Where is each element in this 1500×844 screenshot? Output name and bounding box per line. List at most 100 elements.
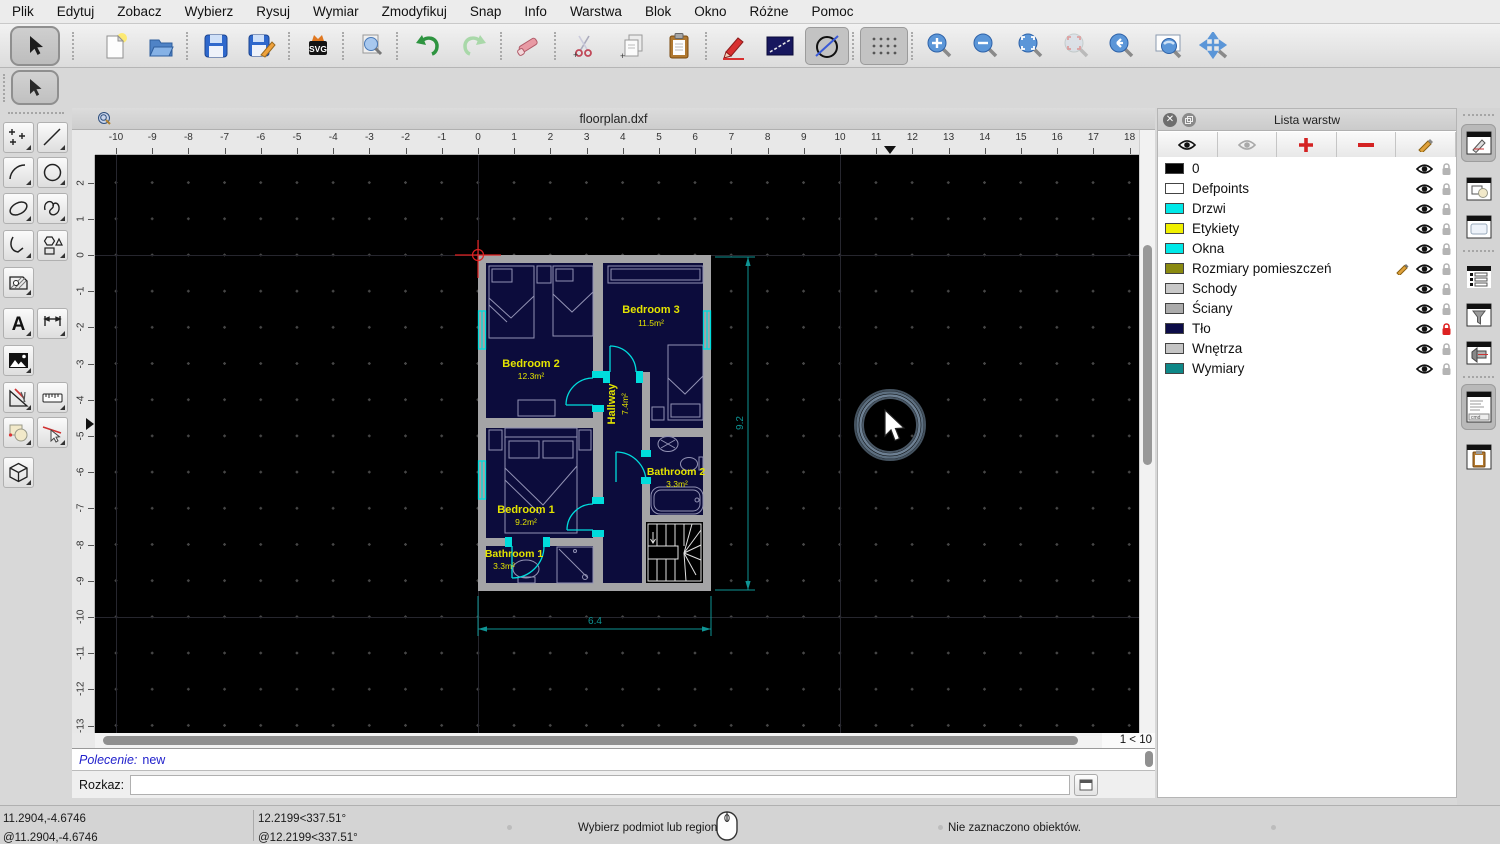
- image-tool[interactable]: [3, 345, 34, 376]
- layer-row-ściany[interactable]: Ściany: [1158, 299, 1456, 319]
- new-file-button[interactable]: [93, 27, 137, 65]
- horizontal-scrollbar[interactable]: [95, 733, 1102, 748]
- layer-visibility-eye-icon[interactable]: [1415, 323, 1434, 338]
- layer-visibility-eye-icon[interactable]: [1415, 223, 1434, 238]
- export-svg-button[interactable]: SVG: [296, 27, 340, 65]
- measure-tool[interactable]: [3, 382, 34, 413]
- menu-item-wybierz[interactable]: Wybierz: [185, 4, 234, 19]
- layer-color-swatch[interactable]: [1165, 263, 1184, 274]
- menu-item-blok[interactable]: Blok: [645, 4, 671, 19]
- edit-layer-button[interactable]: [1396, 132, 1456, 157]
- remove-layer-button[interactable]: [1336, 132, 1397, 157]
- layer-lock-icon[interactable]: [1441, 322, 1452, 339]
- boolean-tool[interactable]: [3, 417, 34, 448]
- cut-button[interactable]: +: [563, 27, 607, 65]
- command-input[interactable]: [130, 774, 1071, 795]
- dock-block-list-button[interactable]: [1461, 170, 1496, 208]
- layer-lock-icon[interactable]: [1441, 222, 1452, 239]
- layer-visibility-eye-icon[interactable]: [1415, 263, 1434, 278]
- dock-library-browser-button[interactable]: [1461, 208, 1496, 246]
- layer-row-defpoints[interactable]: Defpoints: [1158, 179, 1456, 199]
- open-file-button[interactable]: [139, 27, 183, 65]
- layer-visibility-eye-icon[interactable]: [1415, 363, 1434, 378]
- layer-row-drzwi[interactable]: Drzwi: [1158, 199, 1456, 219]
- show-all-layers-button[interactable]: [1158, 132, 1218, 157]
- modify-tool[interactable]: [37, 417, 68, 448]
- layer-color-swatch[interactable]: [1165, 283, 1184, 294]
- hatch-tool[interactable]: [3, 267, 34, 298]
- print-preview-button[interactable]: [350, 27, 394, 65]
- menu-item-zobacz[interactable]: Zobacz: [117, 4, 161, 19]
- pen-options-button[interactable]: [712, 27, 756, 65]
- 3d-tool[interactable]: [3, 457, 34, 488]
- zoom-out-button[interactable]: [964, 27, 1008, 65]
- zoom-window-button[interactable]: [1147, 27, 1191, 65]
- dock-handle[interactable]: [1463, 114, 1494, 116]
- layer-lock-icon[interactable]: [1441, 302, 1452, 319]
- save-as-button[interactable]: [240, 27, 284, 65]
- select-tool-button-secondary[interactable]: [11, 70, 59, 105]
- zoom-selection-button[interactable]: [1055, 27, 1099, 65]
- menu-item-info[interactable]: Info: [524, 4, 547, 19]
- layer-color-swatch[interactable]: [1165, 183, 1184, 194]
- layer-row-0[interactable]: 0: [1158, 159, 1456, 179]
- zoom-previous-button[interactable]: [1100, 27, 1144, 65]
- add-layer-button[interactable]: [1277, 132, 1337, 157]
- layer-color-swatch[interactable]: [1165, 203, 1184, 214]
- redo-button[interactable]: [452, 27, 496, 65]
- dock-entity-list-button[interactable]: [1461, 258, 1496, 296]
- layer-color-swatch[interactable]: [1165, 223, 1184, 234]
- paste-button[interactable]: [657, 27, 701, 65]
- hide-all-layers-button[interactable]: [1217, 132, 1278, 157]
- layer-lock-icon[interactable]: [1441, 342, 1452, 359]
- layer-row-etykiety[interactable]: Etykiety: [1158, 219, 1456, 239]
- layer-lock-icon[interactable]: [1441, 202, 1452, 219]
- document-title-bar[interactable]: floorplan.dxf: [72, 108, 1155, 130]
- layer-color-swatch[interactable]: [1165, 163, 1184, 174]
- draft-mode-button[interactable]: [805, 27, 849, 65]
- circle-tool[interactable]: [37, 157, 68, 188]
- menu-item-edytuj[interactable]: Edytuj: [57, 4, 95, 19]
- select-tool-button[interactable]: [10, 26, 60, 66]
- layer-lock-icon[interactable]: [1441, 262, 1452, 279]
- command-options-button[interactable]: [1074, 773, 1099, 796]
- menu-item-plik[interactable]: Plik: [12, 4, 34, 19]
- points-tool[interactable]: [3, 122, 34, 153]
- menu-item-wymiar[interactable]: Wymiar: [313, 4, 359, 19]
- vertical-scrollbar[interactable]: [1139, 130, 1155, 733]
- line-attributes-button[interactable]: [758, 27, 802, 65]
- dock-media-button[interactable]: [1461, 334, 1496, 372]
- grid-toggle-button[interactable]: [860, 27, 908, 65]
- layer-visibility-eye-icon[interactable]: [1415, 163, 1434, 178]
- palette-handle[interactable]: [8, 112, 64, 114]
- arc-tool[interactable]: [3, 157, 34, 188]
- zoom-auto-button[interactable]: [1009, 27, 1053, 65]
- layer-row-wnętrza[interactable]: Wnętrza: [1158, 339, 1456, 359]
- zoom-in-button[interactable]: [918, 27, 962, 65]
- drawing-canvas[interactable]: Bedroom 2 12.3m² Bedroom 3 11.5m² Hallwa…: [95, 155, 1139, 733]
- command-history-scrollbar[interactable]: [1145, 751, 1153, 769]
- menu-item-różne[interactable]: Różne: [750, 4, 789, 19]
- line-tool[interactable]: [37, 122, 68, 153]
- dock-command-line-button[interactable]: cmd: [1461, 384, 1496, 430]
- layer-color-swatch[interactable]: [1165, 323, 1184, 334]
- text-tool[interactable]: A: [3, 308, 34, 339]
- layer-visibility-eye-icon[interactable]: [1415, 343, 1434, 358]
- erase-button[interactable]: [508, 27, 552, 65]
- layer-color-swatch[interactable]: [1165, 363, 1184, 374]
- save-button[interactable]: [194, 27, 238, 65]
- ellipse-tool[interactable]: [3, 193, 34, 224]
- layer-lock-icon[interactable]: [1441, 282, 1452, 299]
- polyline-tool[interactable]: [3, 230, 34, 261]
- dimension-tool[interactable]: [37, 308, 68, 339]
- dock-clipboard-button[interactable]: [1461, 438, 1496, 476]
- toolbar-handle[interactable]: [3, 74, 5, 102]
- layer-visibility-eye-icon[interactable]: [1415, 243, 1434, 258]
- spline-tool[interactable]: [37, 193, 68, 224]
- layer-visibility-eye-icon[interactable]: [1415, 303, 1434, 318]
- layer-lock-icon[interactable]: [1441, 182, 1452, 199]
- menu-item-snap[interactable]: Snap: [470, 4, 502, 19]
- dock-filter-button[interactable]: [1461, 296, 1496, 334]
- menu-item-warstwa[interactable]: Warstwa: [570, 4, 622, 19]
- menu-item-okno[interactable]: Okno: [694, 4, 726, 19]
